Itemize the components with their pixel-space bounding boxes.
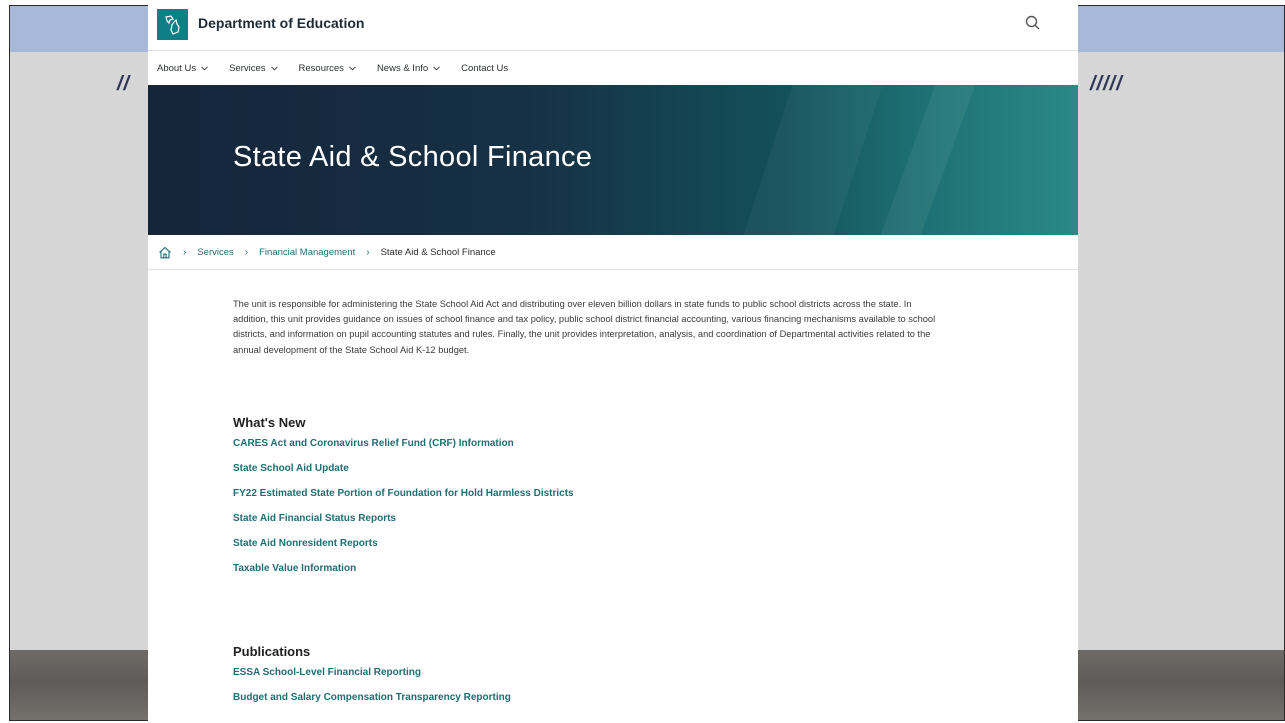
hero-banner: State Aid & School Finance <box>148 85 1078 235</box>
link-fy22-hold-harmless[interactable]: FY22 Estimated State Portion of Foundati… <box>233 486 948 511</box>
nav-item-label: Services <box>229 62 266 74</box>
slide-decoration-left: // <box>117 73 131 95</box>
link-cares-act-crf[interactable]: CARES Act and Coronavirus Relief Fund (C… <box>233 436 948 461</box>
link-taxable-value[interactable]: Taxable Value Information <box>233 561 948 586</box>
hero-decoration <box>743 85 883 235</box>
michigan-map-icon[interactable] <box>157 9 188 40</box>
nav-item-label: News & Info <box>376 62 429 74</box>
breadcrumb: › Services › Financial Management › Stat… <box>148 235 1078 270</box>
link-essa-financial-reporting[interactable]: ESSA School-Level Financial Reporting <box>233 665 948 690</box>
main-navigation: About Us Services Resources News & Info … <box>148 51 1078 85</box>
nav-item-about-us[interactable]: About Us <box>157 63 208 74</box>
webpage-screenshot: Department of Education About Us Service… <box>148 0 1078 723</box>
search-icon[interactable] <box>1024 14 1042 32</box>
link-financial-status-reports[interactable]: State Aid Financial Status Reports <box>233 511 948 536</box>
main-content: The unit is responsible for administerin… <box>148 297 1078 715</box>
intro-paragraph: The unit is responsible for administerin… <box>233 299 936 355</box>
link-state-school-aid-update[interactable]: State School Aid Update <box>233 461 948 486</box>
chevron-down-icon <box>349 65 356 71</box>
link-budget-salary-transparency[interactable]: Budget and Salary Compensation Transpare… <box>233 690 948 715</box>
hero-decoration <box>880 85 976 235</box>
chevron-down-icon <box>433 65 441 71</box>
nav-item-label: About Us <box>157 62 197 74</box>
breadcrumb-link-financial-management[interactable]: Financial Management <box>259 247 355 258</box>
nav-item-news-info[interactable]: News & Info <box>376 62 441 74</box>
chevron-right-icon: › <box>244 246 249 258</box>
chevron-right-icon: › <box>366 246 370 258</box>
nav-item-label: Resources <box>298 62 344 74</box>
whats-new-list: CARES Act and Coronavirus Relief Fund (C… <box>233 436 948 586</box>
chevron-right-icon: › <box>183 246 187 258</box>
nav-item-contact-us[interactable]: Contact Us <box>461 63 508 74</box>
chevron-down-icon <box>201 65 208 71</box>
slide-decoration-right: ///// <box>1090 73 1123 95</box>
site-title[interactable]: Department of Education <box>198 15 364 31</box>
publications-heading: Publications <box>233 643 311 659</box>
breadcrumb-link-services[interactable]: Services <box>197 247 233 258</box>
page-title: State Aid & School Finance <box>233 141 593 173</box>
nav-item-label: Contact Us <box>461 62 509 74</box>
home-icon[interactable] <box>158 246 172 259</box>
publications-list: ESSA School-Level Financial Reporting Bu… <box>233 665 948 715</box>
nav-item-services[interactable]: Services <box>229 62 278 74</box>
whats-new-heading: What's New <box>233 414 306 430</box>
chevron-down-icon <box>270 65 278 71</box>
link-nonresident-reports[interactable]: State Aid Nonresident Reports <box>233 536 948 561</box>
breadcrumb-current: State Aid & School Finance <box>380 246 496 258</box>
nav-item-resources[interactable]: Resources <box>299 63 356 74</box>
site-header: Department of Education <box>148 0 1078 51</box>
